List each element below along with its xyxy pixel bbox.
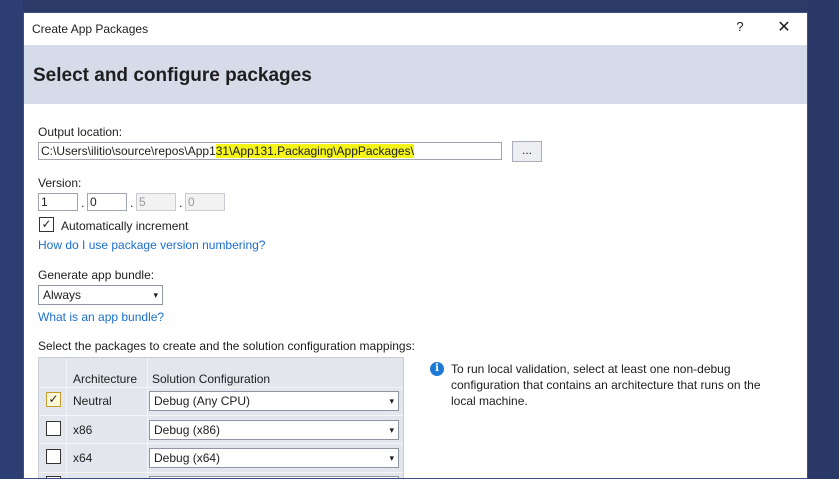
package-row-checkbox-x86[interactable]: [46, 421, 61, 436]
auto-increment-checkbox[interactable]: ✓: [39, 217, 54, 232]
version-separator: .: [81, 196, 85, 210]
configuration-value: Debug (x64): [154, 451, 221, 465]
row-divider: [39, 415, 403, 416]
chevron-down-icon: ▾: [153, 290, 158, 300]
generate-bundle-value: Always: [43, 288, 82, 302]
version-build-input: 5: [136, 193, 176, 211]
packages-label: Select the packages to create and the so…: [38, 339, 415, 353]
create-app-packages-dialog: Create App Packages ? ✕ Select and confi…: [23, 12, 808, 479]
package-mappings-table: Architecture Solution Configuration ✓ Ne…: [38, 357, 404, 478]
row-divider: [39, 387, 403, 388]
column-header-architecture: Architecture: [73, 372, 138, 386]
configuration-value: Debug (x86): [154, 423, 221, 437]
version-minor-input[interactable]: 0: [87, 193, 127, 211]
info-message: To run local validation, select at least…: [451, 362, 761, 408]
package-row-checkbox-x64[interactable]: [46, 449, 61, 464]
app-bundle-help-link[interactable]: What is an app bundle?: [38, 310, 164, 324]
column-header-solution-configuration: Solution Configuration: [152, 372, 271, 386]
configuration-dropdown-neutral[interactable]: Debug (Any CPU) ▾: [149, 391, 399, 411]
background-left: [0, 0, 23, 479]
info-icon: i: [430, 362, 444, 376]
help-button[interactable]: ?: [730, 19, 750, 34]
configuration-dropdown-x86[interactable]: Debug (x86) ▾: [149, 420, 399, 440]
version-separator: .: [130, 196, 134, 210]
page-title: Select and configure packages: [33, 65, 312, 86]
title-bar: Create App Packages ? ✕: [24, 13, 807, 45]
chevron-down-icon: ▾: [389, 453, 394, 463]
package-row-checkbox-neutral[interactable]: ✓: [46, 392, 61, 407]
column-divider: [66, 358, 67, 478]
version-label: Version:: [38, 176, 82, 190]
version-revision-input: 0: [185, 193, 225, 211]
browse-button[interactable]: ...: [512, 141, 542, 162]
window-title: Create App Packages: [32, 22, 149, 36]
configuration-dropdown-x64[interactable]: Debug (x64) ▾: [149, 448, 399, 468]
chevron-down-icon: ▾: [389, 396, 394, 406]
close-button[interactable]: ✕: [772, 17, 796, 37]
architecture-x64: x64: [73, 451, 93, 465]
generate-bundle-dropdown[interactable]: Always ▾: [38, 285, 163, 305]
generate-bundle-label: Generate app bundle:: [38, 268, 155, 282]
output-location-input[interactable]: C:\Users\ilitio\source\repos\App131\App1…: [38, 142, 502, 160]
row-divider: [39, 472, 403, 473]
output-path-highlight: 31\App131.Packaging\AppPackages\: [215, 144, 414, 158]
version-numbering-help-link[interactable]: How do I use package version numbering?: [38, 238, 265, 252]
version-major-input[interactable]: 1: [38, 193, 78, 211]
version-separator: .: [179, 196, 183, 210]
chevron-down-icon: ▾: [389, 425, 394, 435]
configuration-value: Debug (Any CPU): [154, 394, 251, 408]
output-path-text: C:\Users\ilitio\source\repos\App1: [41, 144, 216, 158]
column-divider: [147, 358, 148, 478]
background-right: [808, 0, 839, 479]
auto-increment-label: Automatically increment: [61, 219, 189, 233]
architecture-x86: x86: [73, 423, 93, 437]
output-location-label: Output location:: [38, 125, 123, 139]
header-banner: Select and configure packages: [24, 45, 807, 104]
architecture-neutral: Neutral: [73, 394, 112, 408]
row-divider: [39, 443, 403, 444]
